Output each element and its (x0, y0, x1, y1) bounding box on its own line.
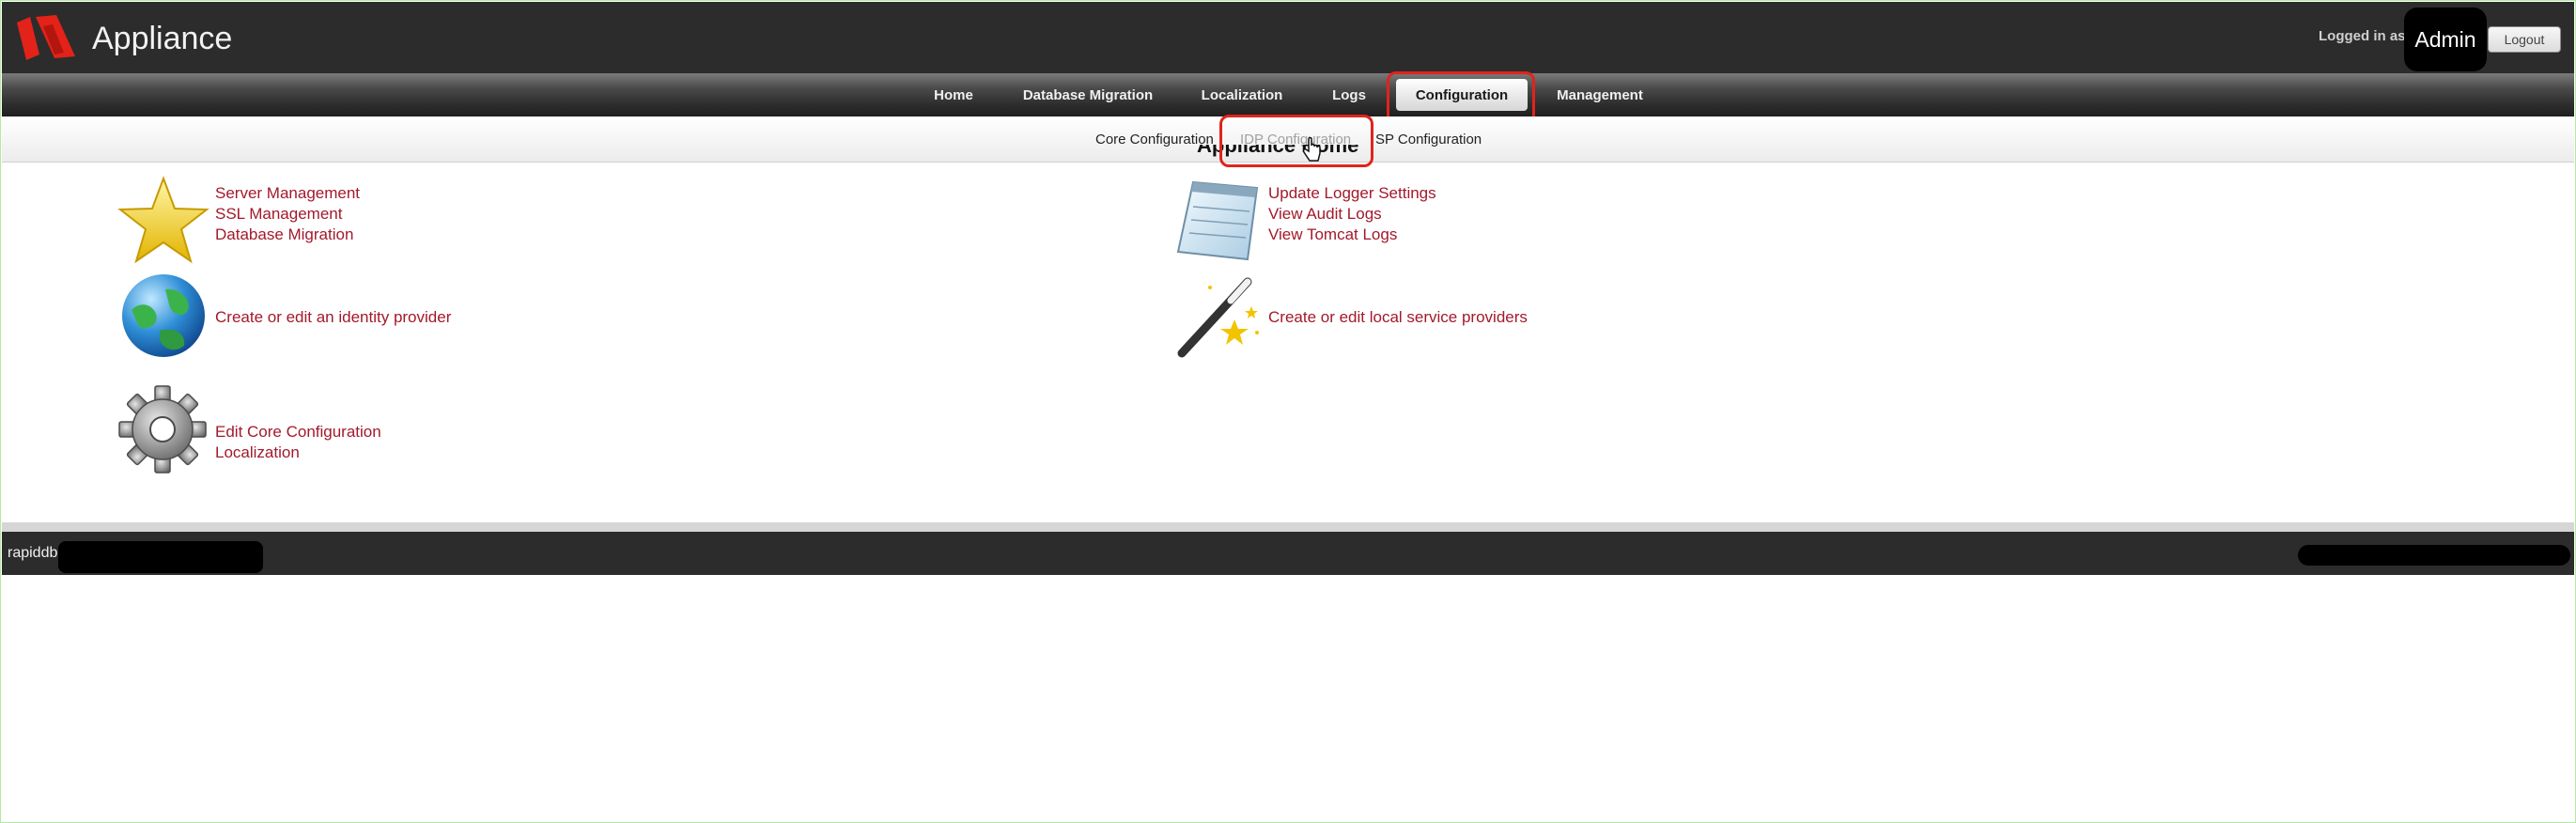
nav-home[interactable]: Home (923, 73, 985, 116)
hand-cursor-icon (1302, 137, 1321, 162)
user-name: Admin (2404, 8, 2487, 71)
link-view-audit-logs[interactable]: View Audit Logs (1268, 205, 1382, 224)
logged-in-label: Logged in as (2319, 28, 2406, 44)
logout-button[interactable]: Logout (2488, 26, 2561, 53)
nav-localization[interactable]: Localization (1187, 73, 1296, 116)
app-header: Appliance Logged in as Admin Logout (2, 2, 2574, 73)
app-footer: rapiddb (2, 532, 2574, 575)
redaction-right (2298, 545, 2570, 566)
notepad-icon (1176, 180, 1259, 261)
redaction-left (58, 541, 263, 573)
idp-configuration-highlight (1219, 115, 1373, 167)
link-localization[interactable]: Localization (215, 443, 300, 462)
globe-icon (122, 274, 205, 357)
magic-wand-icon (1177, 277, 1259, 358)
link-update-logger-settings[interactable]: Update Logger Settings (1268, 184, 1436, 203)
footer-divider (2, 522, 2574, 532)
link-create-service-providers[interactable]: Create or edit local service providers (1268, 308, 1528, 327)
gear-icon (118, 385, 207, 474)
link-ssl-management[interactable]: SSL Management (215, 205, 342, 224)
nav-logs[interactable]: Logs (1317, 73, 1381, 116)
brand-logo-icon (17, 15, 75, 60)
link-server-management[interactable]: Server Management (215, 184, 360, 203)
link-edit-core-configuration[interactable]: Edit Core Configuration (215, 423, 381, 442)
main-nav: Home Database Migration Localization Log… (2, 73, 2574, 116)
subnav-sp-configuration[interactable]: SP Configuration (1375, 116, 1482, 162)
link-create-identity-provider[interactable]: Create or edit an identity provider (215, 308, 451, 327)
nav-management[interactable]: Management (1543, 73, 1657, 116)
link-view-tomcat-logs[interactable]: View Tomcat Logs (1268, 225, 1397, 244)
nav-database-migration[interactable]: Database Migration (1009, 73, 1167, 116)
app-title: Appliance (92, 21, 233, 56)
footer-text: rapiddb (8, 545, 58, 561)
link-database-migration[interactable]: Database Migration (215, 225, 353, 244)
star-icon (117, 176, 209, 264)
